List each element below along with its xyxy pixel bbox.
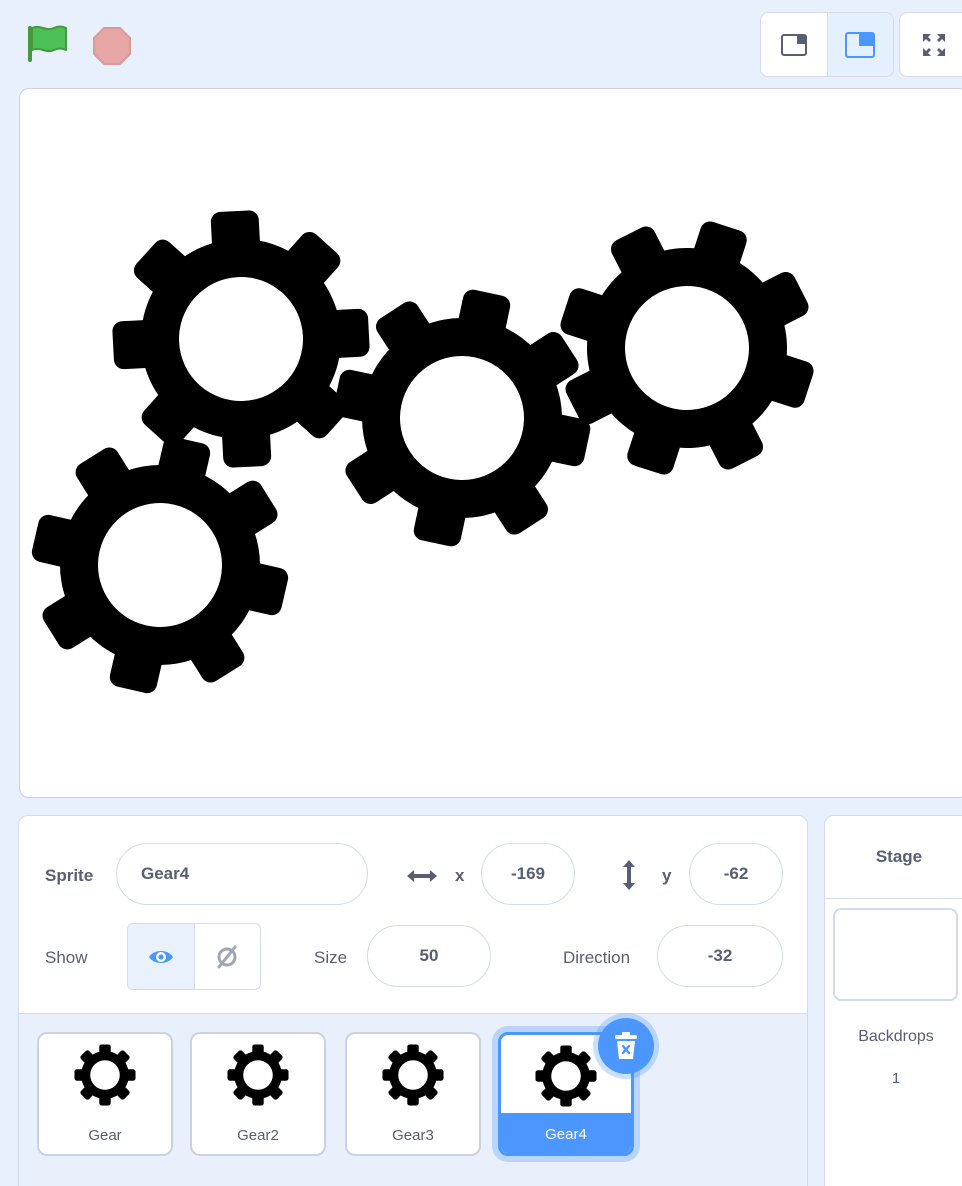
small-stage-icon [780,33,807,56]
sprite-gear[interactable] [106,204,376,474]
y-input[interactable]: -62 [689,843,783,905]
show-visible-button[interactable] [128,924,194,989]
size-label: Size [314,948,348,967]
sprite-tile-gear2[interactable]: Gear2 [190,1032,326,1156]
backdrops-count: 1 [891,1070,901,1087]
direction-input[interactable]: -32 [657,925,783,987]
normal-stage-button[interactable] [826,13,893,76]
stage-canvas[interactable] [19,88,962,798]
stage-target-panel: Stage Backdrops 1 [824,815,962,1186]
eye-slash-icon [217,945,237,968]
gear-icon [227,1044,289,1106]
gear-icon [382,1044,444,1106]
sprite-label: Sprite [45,866,94,885]
y-arrows-icon [623,860,635,890]
stage-title: Stage [825,816,962,899]
sprite-name-input[interactable]: Gear4 [116,843,368,905]
sprite-thumbnail [347,1034,479,1116]
show-label: Show [45,948,88,967]
gear-icon [74,1044,136,1106]
sprite-list-panel: Gear Gear2 Gear3 Gear4 [18,1013,808,1186]
direction-label: Direction [563,948,631,967]
sprite-thumbnail [39,1034,171,1116]
size-input[interactable]: 50 [367,925,491,987]
stop-button[interactable] [92,26,132,66]
delete-sprite-button[interactable] [598,1018,654,1074]
green-flag-icon [28,25,67,62]
small-stage-button[interactable] [761,13,827,76]
x-input[interactable]: -169 [481,843,575,905]
stop-icon [93,27,131,65]
normal-stage-icon [845,31,876,58]
eye-icon [148,950,173,963]
backdrops-label: Backdrops [858,1028,934,1045]
visibility-toggle [127,923,261,990]
y-label: y [662,866,672,885]
stage-thumbnail[interactable] [833,908,958,1001]
x-label: x [455,866,465,885]
sprite-thumbnail [192,1034,324,1116]
trash-icon [615,1032,637,1059]
fullscreen-button[interactable] [899,12,962,77]
sprite-tile-name: Gear3 [392,1127,434,1144]
sprite-tile-name: Gear [88,1127,122,1144]
fullscreen-icon [923,33,945,56]
show-hidden-button[interactable] [193,924,261,989]
gear-icon [535,1045,597,1107]
stage-sprites [20,186,849,742]
stage-header-bar [0,0,962,86]
sprite-tile-gear3[interactable]: Gear3 [345,1032,481,1156]
green-flag-button[interactable] [24,22,72,68]
sprite-tile-name: Gear2 [237,1127,279,1144]
sprite-tile-gear[interactable]: Gear [37,1032,173,1156]
stage-size-toggle [760,12,894,77]
sprite-info-panel: Sprite Gear4 x -169 y -62 Show Size 50 D… [18,815,808,1015]
sprite-gear4[interactable] [20,388,337,742]
x-arrows-icon [407,870,437,882]
sprite-tile-name: Gear4 [545,1126,587,1143]
